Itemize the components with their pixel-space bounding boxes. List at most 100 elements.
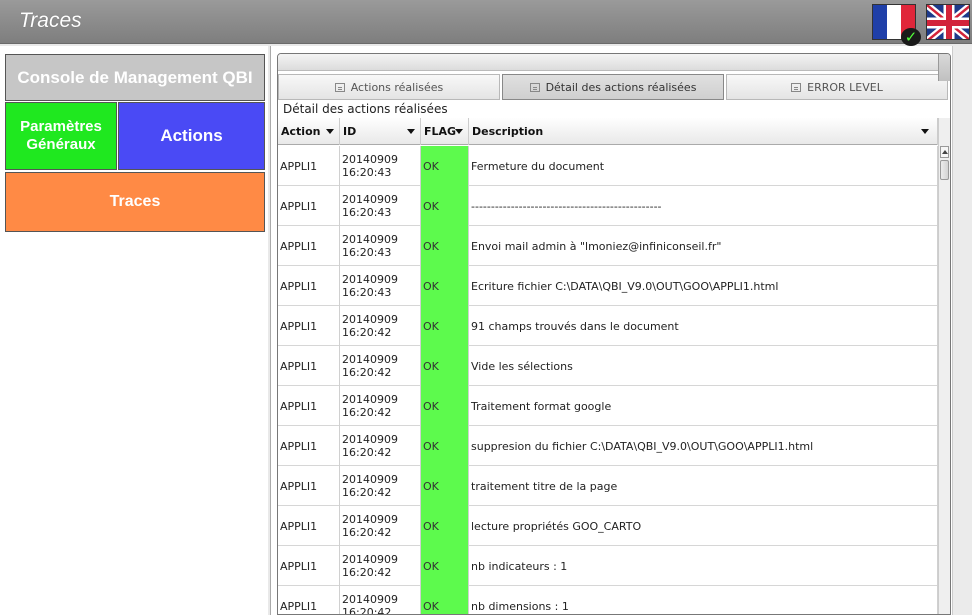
scroll-thumb[interactable]	[940, 160, 949, 180]
column-header-id[interactable]: ID	[340, 118, 421, 145]
tab-label: ERROR LEVEL	[807, 80, 883, 94]
cell-action: APPLI1	[278, 466, 340, 506]
main-panel: Actions réalisées Détail des actions réa…	[270, 46, 972, 615]
cell-action: APPLI1	[278, 266, 340, 306]
column-header-label: ID	[343, 125, 357, 138]
column-header-description[interactable]: Description	[469, 118, 938, 145]
cell-description: Traitement format google	[469, 386, 938, 426]
cell-id-time: 16:20:42	[342, 446, 392, 459]
cell-id: 20140909 16:20:42	[340, 466, 421, 506]
check-icon: ✓	[901, 28, 921, 46]
window-title: Traces	[19, 9, 82, 32]
cell-id: 20140909 16:20:42	[340, 346, 421, 386]
traces-container: Actions réalisées Détail des actions réa…	[277, 53, 951, 615]
table-icon	[529, 82, 540, 92]
dropdown-arrow-icon	[326, 129, 334, 134]
cell-id-time: 16:20:42	[342, 406, 392, 419]
cell-id: 20140909 16:20:42	[340, 546, 421, 586]
cell-action: APPLI1	[278, 226, 340, 266]
cell-action: APPLI1	[278, 386, 340, 426]
column-header-label: FLAG	[424, 125, 457, 138]
table-row[interactable]: APPLI1 20140909 16:20:42 OK nb indicateurs :…	[278, 546, 938, 586]
uk-flag-icon[interactable]	[926, 4, 970, 40]
cell-flag: OK	[421, 426, 469, 466]
cell-flag: OK	[421, 186, 469, 226]
cell-action: APPLI1	[278, 586, 340, 614]
dropdown-arrow-icon	[407, 129, 415, 134]
header-scroll-corner	[938, 54, 950, 81]
scroll-up-arrow-icon[interactable]	[940, 146, 949, 158]
cell-id-date: 20140909	[342, 233, 398, 246]
cell-flag: OK	[421, 266, 469, 306]
cell-action: APPLI1	[278, 426, 340, 466]
cell-id: 20140909 16:20:42	[340, 426, 421, 466]
actions-button[interactable]: Actions	[118, 102, 265, 170]
table-caption: Détail des actions réalisées	[283, 102, 448, 116]
table-row[interactable]: APPLI1 20140909 16:20:43 OK Ecriture fichier…	[278, 266, 938, 306]
table-row[interactable]: APPLI1 20140909 16:20:42 OK traitement titre…	[278, 466, 938, 506]
cell-flag: OK	[421, 506, 469, 546]
cell-description: Fermeture du document	[469, 146, 938, 186]
tab-error-level[interactable]: ERROR LEVEL	[726, 74, 948, 100]
table-row[interactable]: APPLI1 20140909 16:20:43 OK ----------------…	[278, 186, 938, 226]
vertical-scrollbar[interactable]	[938, 118, 950, 614]
cell-flag: OK	[421, 546, 469, 586]
cell-id-date: 20140909	[342, 593, 398, 606]
traces-button[interactable]: Traces	[5, 172, 265, 232]
cell-id-time: 16:20:42	[342, 366, 392, 379]
cell-description: traitement titre de la page	[469, 466, 938, 506]
table-row[interactable]: APPLI1 20140909 16:20:42 OK lecture propriét…	[278, 506, 938, 546]
cell-id-time: 16:20:43	[342, 246, 392, 259]
console-management-label: Console de Management QBI	[17, 67, 253, 87]
table-row[interactable]: APPLI1 20140909 16:20:43 OK Envoi mail admin…	[278, 226, 938, 266]
table-header: Action ID FLAG Description	[278, 118, 938, 145]
cell-id-time: 16:20:42	[342, 606, 392, 615]
cell-id-date: 20140909	[342, 313, 398, 326]
dropdown-arrow-icon	[455, 129, 463, 134]
cell-description: nb dimensions : 1	[469, 586, 938, 614]
cell-id: 20140909 16:20:42	[340, 506, 421, 546]
tab-actions-realisees[interactable]: Actions réalisées	[278, 74, 500, 100]
cell-flag: OK	[421, 466, 469, 506]
cell-id-date: 20140909	[342, 433, 398, 446]
cell-description: lecture propriétés GOO_CARTO	[469, 506, 938, 546]
cell-description: Vide les sélections	[469, 346, 938, 386]
cell-action: APPLI1	[278, 306, 340, 346]
table-icon	[791, 82, 802, 92]
cell-id: 20140909 16:20:42	[340, 386, 421, 426]
cell-flag: OK	[421, 306, 469, 346]
column-header-flag[interactable]: FLAG	[421, 118, 469, 145]
cell-id-time: 16:20:43	[342, 206, 392, 219]
outer-scrollbar[interactable]	[952, 46, 972, 615]
cell-id-time: 16:20:43	[342, 286, 392, 299]
title-bar: Traces	[0, 0, 972, 44]
column-header-action[interactable]: Action	[278, 118, 340, 145]
table-row[interactable]: APPLI1 20140909 16:20:42 OK nb dimensions : …	[278, 586, 938, 615]
cell-action: APPLI1	[278, 506, 340, 546]
cell-id-date: 20140909	[342, 393, 398, 406]
cell-action: APPLI1	[278, 146, 340, 186]
cell-id-time: 16:20:42	[342, 566, 392, 579]
cell-id-date: 20140909	[342, 153, 398, 166]
cell-action: APPLI1	[278, 346, 340, 386]
cell-description: Envoi mail admin à "lmoniez@infiniconsei…	[469, 226, 938, 266]
table-row[interactable]: APPLI1 20140909 16:20:42 OK Vide les sélecti…	[278, 346, 938, 386]
cell-flag: OK	[421, 586, 469, 614]
console-management-button[interactable]: Console de Management QBI	[5, 54, 265, 101]
traces-label: Traces	[109, 193, 161, 210]
container-header-strip	[278, 54, 950, 71]
tab-detail-actions[interactable]: Détail des actions réalisées	[502, 74, 724, 100]
table-row[interactable]: APPLI1 20140909 16:20:42 OK suppresion du fi…	[278, 426, 938, 466]
cell-id-date: 20140909	[342, 473, 398, 486]
table-row[interactable]: APPLI1 20140909 16:20:42 OK Traitement forma…	[278, 386, 938, 426]
parametres-generaux-button[interactable]: Paramètres Généraux	[5, 102, 117, 170]
table-row[interactable]: APPLI1 20140909 16:20:43 OK Fermeture du doc…	[278, 146, 938, 186]
parametres-label-line2: Généraux	[26, 136, 96, 153]
cell-id-date: 20140909	[342, 353, 398, 366]
cell-id-date: 20140909	[342, 513, 398, 526]
cell-action: APPLI1	[278, 546, 340, 586]
table-row[interactable]: APPLI1 20140909 16:20:42 OK 91 champs trouvé…	[278, 306, 938, 346]
cell-id: 20140909 16:20:43	[340, 226, 421, 266]
column-header-label: Description	[472, 125, 544, 138]
actions-table: Action ID FLAG Description APPLI1 201409…	[278, 118, 938, 615]
